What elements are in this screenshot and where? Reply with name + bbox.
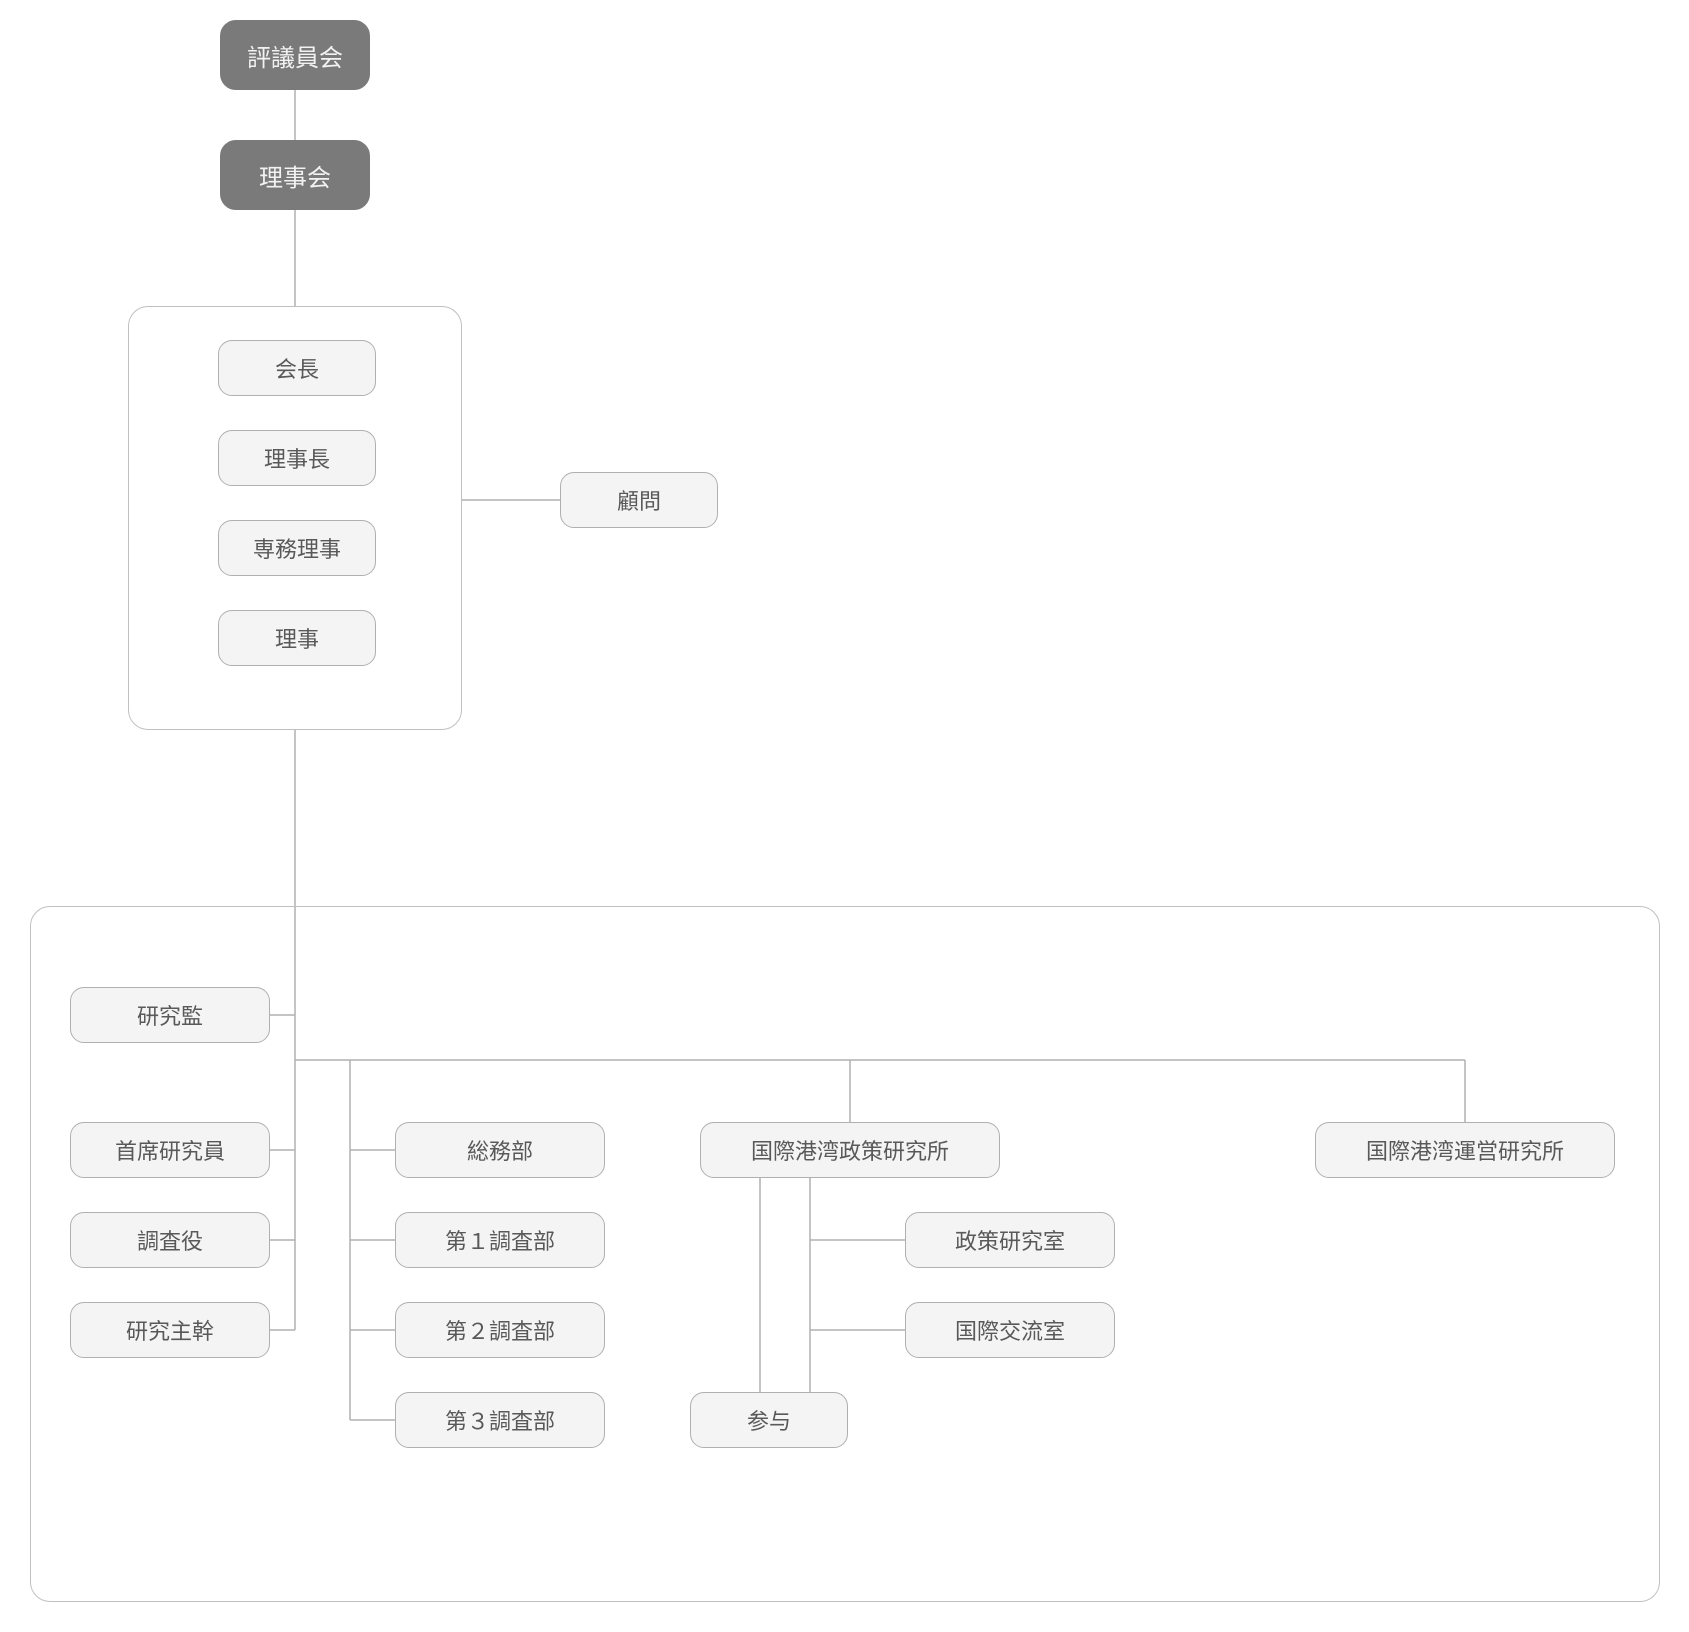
label: 第２調査部 (445, 1314, 555, 1346)
node-chosa1: 第１調査部 (395, 1212, 605, 1268)
label: 評議員会 (247, 38, 343, 73)
node-hyogiinkai: 評議員会 (220, 20, 370, 90)
label: 会長 (275, 352, 319, 384)
label: 第１調査部 (445, 1224, 555, 1256)
node-rijikai: 理事会 (220, 140, 370, 210)
label: 国際交流室 (955, 1314, 1065, 1346)
label: 理事 (275, 622, 319, 654)
label: 政策研究室 (955, 1224, 1065, 1256)
label: 第３調査部 (445, 1404, 555, 1436)
node-sanyo: 参与 (690, 1392, 848, 1448)
node-unei-kenkyusho: 国際港湾運営研究所 (1315, 1122, 1615, 1178)
node-seisaku-kenkyushitsu: 政策研究室 (905, 1212, 1115, 1268)
label: 研究主幹 (126, 1314, 214, 1346)
node-komon: 顧問 (560, 472, 718, 528)
node-kokusai-koryushitsu: 国際交流室 (905, 1302, 1115, 1358)
label: 研究監 (137, 999, 203, 1031)
label: 国際港湾政策研究所 (751, 1134, 949, 1166)
node-rijicho: 理事長 (218, 430, 376, 486)
node-kenkyu-shukan: 研究主幹 (70, 1302, 270, 1358)
label: 調査役 (137, 1224, 203, 1256)
node-senmu-riji: 専務理事 (218, 520, 376, 576)
label: 国際港湾運営研究所 (1366, 1134, 1564, 1166)
label: 理事会 (259, 158, 331, 193)
node-chosa3: 第３調査部 (395, 1392, 605, 1448)
label: 顧問 (617, 484, 661, 516)
node-chosa2: 第２調査部 (395, 1302, 605, 1358)
label: 参与 (747, 1404, 791, 1436)
label: 首席研究員 (115, 1134, 225, 1166)
node-riji: 理事 (218, 610, 376, 666)
node-chosayaku: 調査役 (70, 1212, 270, 1268)
node-somubu: 総務部 (395, 1122, 605, 1178)
node-kaicho: 会長 (218, 340, 376, 396)
label: 専務理事 (253, 532, 341, 564)
node-shuseki-kenkyuin: 首席研究員 (70, 1122, 270, 1178)
node-kenkyukan: 研究監 (70, 987, 270, 1043)
group-departments (30, 906, 1660, 1602)
node-seisaku-kenkyusho: 国際港湾政策研究所 (700, 1122, 1000, 1178)
label: 総務部 (467, 1134, 533, 1166)
org-chart-canvas: 評議員会 理事会 会長 理事長 専務理事 理事 顧問 研究監 首席研究員 調査役… (0, 0, 1689, 1632)
label: 理事長 (264, 442, 330, 474)
